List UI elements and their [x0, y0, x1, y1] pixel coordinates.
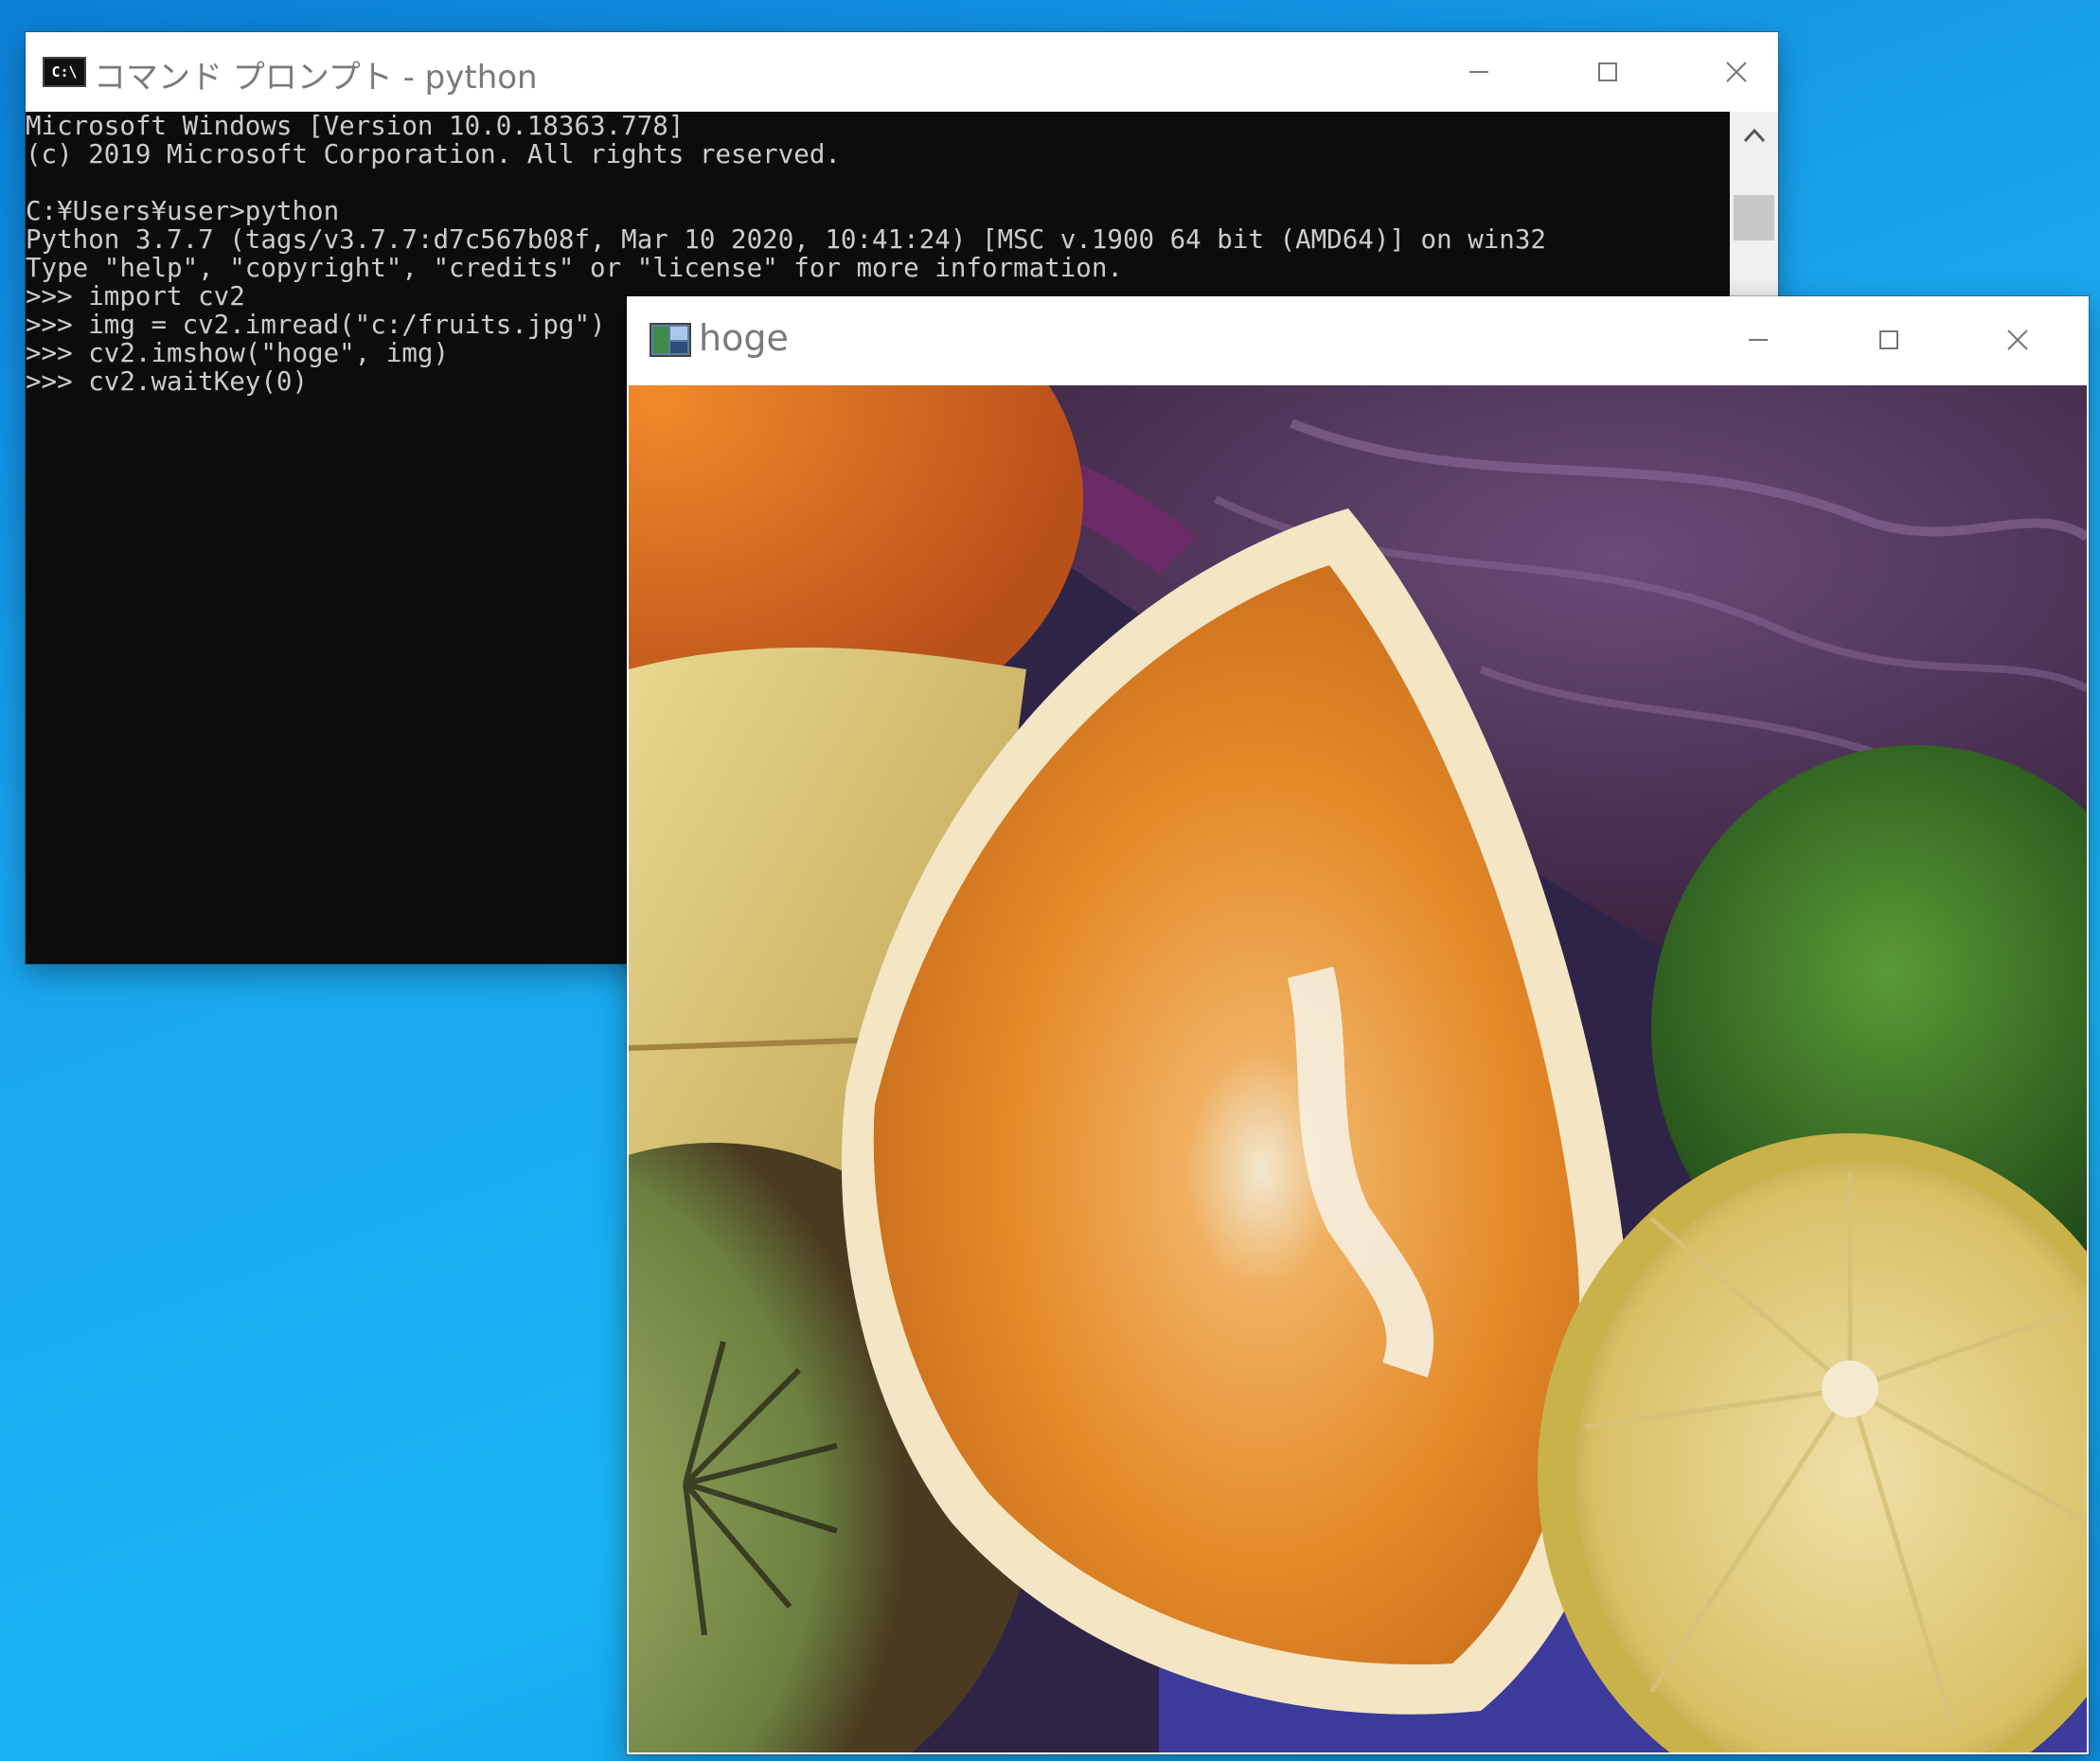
close-button[interactable]	[1694, 32, 1779, 112]
console-line: Type "help", "copyright", "credits" or "…	[26, 253, 1123, 283]
minimize-icon	[1469, 71, 1488, 73]
console-line: Microsoft Windows [Version 10.0.18363.77…	[26, 111, 685, 141]
close-icon	[2007, 329, 2028, 350]
image-app-icon[interactable]	[650, 323, 691, 357]
console-line: Python 3.7.7 (tags/v3.7.7:d7c567b08f, Ma…	[26, 224, 1546, 255]
close-icon	[1726, 62, 1747, 82]
image-titlebar[interactable]: hoge	[627, 296, 2089, 383]
minimize-button[interactable]	[1716, 296, 1801, 383]
image-window-title: hoge	[699, 317, 789, 359]
maximize-button[interactable]	[1846, 296, 1931, 383]
cmd-titlebar[interactable]: C:\ コマンド プロンプト - python	[26, 32, 1778, 112]
console-line: C:¥Users¥user>python	[26, 196, 340, 226]
fruits-photo	[629, 385, 2087, 1752]
maximize-icon	[1598, 62, 1617, 81]
close-button[interactable]	[1975, 296, 2060, 383]
minimize-icon	[1749, 339, 1768, 341]
scroll-up-button[interactable]	[1730, 112, 1778, 159]
maximize-button[interactable]	[1565, 32, 1650, 112]
fruits-image[interactable]	[629, 385, 2087, 1752]
scroll-thumb[interactable]	[1734, 195, 1774, 240]
image-window[interactable]: hoge	[627, 296, 2089, 1754]
chevron-up-icon	[1743, 128, 1765, 143]
cmd-app-icon[interactable]: C:\	[43, 57, 86, 87]
minimize-button[interactable]	[1436, 32, 1522, 112]
maximize-icon	[1879, 330, 1898, 349]
cmd-window-title: コマンド プロンプト - python	[94, 59, 538, 97]
console-line: (c) 2019 Microsoft Corporation. All righ…	[26, 139, 841, 169]
